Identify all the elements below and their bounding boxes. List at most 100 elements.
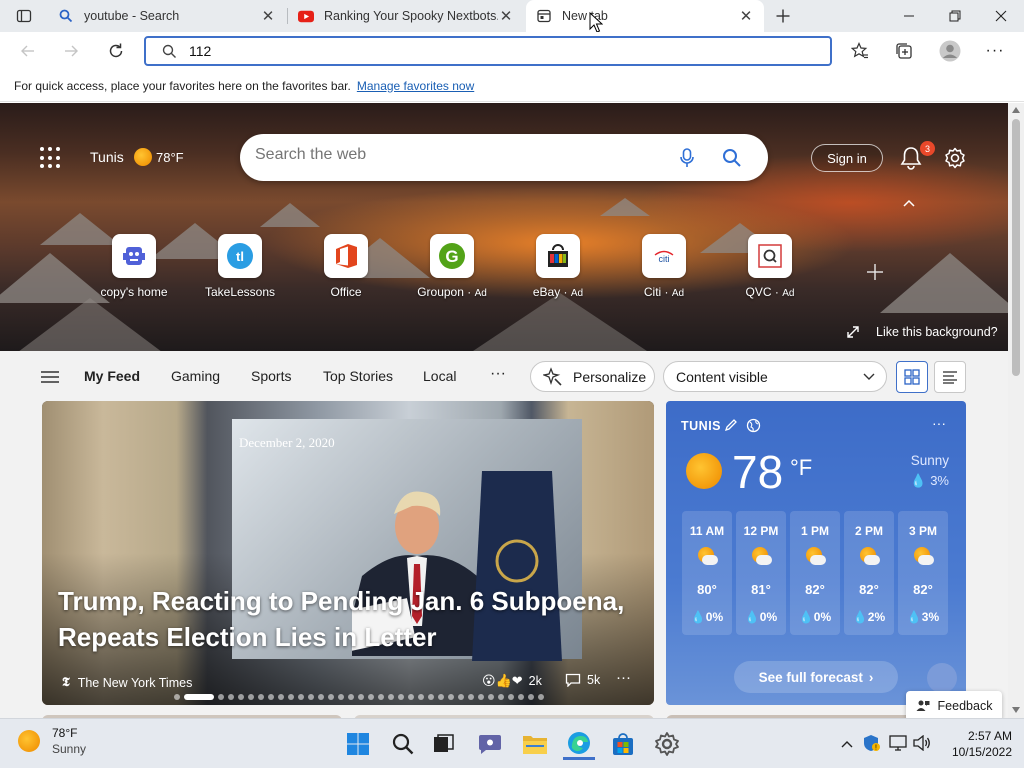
- svg-text:tl: tl: [236, 249, 244, 264]
- close-tab-icon[interactable]: ✕: [260, 8, 276, 25]
- close-tab-icon[interactable]: ✕: [738, 8, 754, 25]
- chevron-up-icon[interactable]: [902, 198, 916, 208]
- quicklink-copys-home[interactable]: copy's home: [84, 234, 184, 299]
- personalize-label: Personalize: [573, 368, 647, 385]
- personalize-button[interactable]: Personalize: [530, 361, 655, 392]
- tab-youtube-search[interactable]: youtube - Search ✕: [48, 0, 286, 32]
- quicklink-groupon[interactable]: G Groupon · Ad: [402, 234, 502, 299]
- hamburger-menu-icon[interactable]: [40, 370, 60, 384]
- file-explorer-button[interactable]: [519, 728, 551, 760]
- back-button[interactable]: [12, 35, 44, 67]
- quicklink-ebay[interactable]: eBay · Ad: [508, 234, 608, 299]
- close-tab-icon[interactable]: ✕: [498, 8, 514, 25]
- news-headline[interactable]: Trump, Reacting to Pending Jan. 6 Subpoe…: [58, 583, 648, 655]
- microphone-icon[interactable]: [679, 148, 695, 168]
- headline-news-card[interactable]: December 2, 2020 Trump, Reacting to Pend…: [42, 401, 654, 705]
- taskbar-search-button[interactable]: [387, 728, 419, 760]
- minimize-button[interactable]: [886, 0, 932, 32]
- address-bar[interactable]: [144, 36, 832, 66]
- tab-local[interactable]: Local: [423, 368, 456, 384]
- scroll-up-icon[interactable]: [1012, 107, 1020, 113]
- hour-temp: 82°: [805, 582, 825, 597]
- quicklink-label: Citi: [643, 285, 662, 299]
- tab-top-stories[interactable]: Top Stories: [323, 368, 393, 384]
- tab-spooky-nextbots[interactable]: Ranking Your Spooky Nextbots... ✕: [288, 0, 524, 32]
- weather-condition: Sunny: [910, 453, 949, 468]
- settings-more-button[interactable]: ···: [979, 35, 1011, 67]
- new-tab-button[interactable]: [767, 0, 799, 32]
- search-icon[interactable]: [722, 148, 742, 168]
- quicklink-office[interactable]: Office: [296, 234, 396, 299]
- web-search-box[interactable]: [240, 134, 768, 181]
- gear-icon[interactable]: [944, 147, 966, 169]
- news-comments[interactable]: 5k: [565, 673, 600, 687]
- task-view-button[interactable]: [428, 728, 460, 760]
- hero-temperature[interactable]: 78°F: [156, 150, 184, 165]
- manage-favorites-link[interactable]: Manage favorites now: [357, 79, 474, 93]
- microsoft-store-button[interactable]: [607, 728, 639, 760]
- quicklink-qvc[interactable]: QVC · Ad: [720, 234, 820, 299]
- weather-more-options-icon[interactable]: ···: [932, 415, 946, 431]
- page-scrollbar[interactable]: [1008, 103, 1024, 718]
- weather-city: TUNIS: [681, 419, 721, 433]
- scroll-down-icon[interactable]: [1012, 707, 1020, 713]
- add-quicklink-icon[interactable]: [866, 263, 884, 281]
- new-tab-page: Tunis 78°F Sign in 3 copy's home tl Take…: [0, 103, 1008, 718]
- hourly-forecast-3pm[interactable]: 3 PM 82° 💧3%: [898, 511, 948, 635]
- taskbar-clock[interactable]: 2:57 AM 10/15/2022: [940, 728, 1012, 760]
- chevron-up-icon[interactable]: [840, 739, 854, 749]
- like-background-button[interactable]: Like this background?: [846, 325, 998, 339]
- weather-card[interactable]: TUNIS ··· 78 °F Sunny 💧 3% 11 AM 80° 💧0%…: [666, 401, 966, 705]
- edit-pencil-icon[interactable]: [724, 418, 738, 432]
- sign-in-button[interactable]: Sign in: [811, 144, 883, 172]
- tab-gaming[interactable]: Gaming: [171, 368, 220, 384]
- more-tabs-icon[interactable]: ···: [490, 365, 506, 383]
- carousel-dots[interactable]: [174, 694, 544, 700]
- store-bag-icon: [613, 733, 633, 755]
- hour-temp: 82°: [913, 582, 933, 597]
- edge-button[interactable]: [563, 728, 595, 760]
- forward-button[interactable]: [55, 35, 87, 67]
- see-full-forecast-button[interactable]: See full forecast ›: [734, 661, 898, 693]
- settings-button[interactable]: [651, 728, 683, 760]
- tab-my-feed[interactable]: My Feed: [84, 368, 140, 384]
- hourly-forecast-11am[interactable]: 11 AM 80° 💧0%: [682, 511, 732, 635]
- teams-chat-button[interactable]: [474, 728, 506, 760]
- feedback-button[interactable]: Feedback: [906, 691, 1002, 718]
- tab-actions-button[interactable]: [8, 0, 40, 32]
- shield-warning-icon[interactable]: !: [862, 734, 880, 752]
- quicklink-takelessons[interactable]: tl TakeLessons: [190, 234, 290, 299]
- news-reactions[interactable]: 😮👍❤ 2k: [482, 673, 542, 689]
- tab-sports[interactable]: Sports: [251, 368, 291, 384]
- ad-label: Ad: [570, 288, 584, 299]
- refresh-button[interactable]: [100, 35, 132, 67]
- volume-icon[interactable]: [913, 735, 931, 751]
- notifications-bell-icon[interactable]: [900, 146, 922, 170]
- grid-view-button[interactable]: [896, 361, 928, 393]
- hourly-forecast-1pm[interactable]: 1 PM 82° 💧0%: [790, 511, 840, 635]
- list-view-button[interactable]: [934, 361, 966, 393]
- hourly-forecast-2pm[interactable]: 2 PM 82° 💧2%: [844, 511, 894, 635]
- network-icon[interactable]: [889, 735, 907, 751]
- news-source[interactable]: 𝕿 The New York Times: [62, 675, 192, 690]
- start-button[interactable]: [342, 728, 374, 760]
- content-visibility-dropdown[interactable]: Content visible: [663, 361, 887, 392]
- news-more-options-icon[interactable]: ···: [616, 669, 631, 686]
- scrollbar-thumb[interactable]: [1012, 119, 1020, 376]
- tab-new-tab[interactable]: New tab ✕: [526, 0, 764, 32]
- restore-button[interactable]: [932, 0, 978, 32]
- apps-launcher-button[interactable]: [40, 147, 62, 169]
- web-search-input[interactable]: [255, 146, 655, 164]
- close-window-button[interactable]: [978, 0, 1024, 32]
- quicklink-citi[interactable]: citi Citi · Ad: [614, 234, 714, 299]
- weather-unit[interactable]: °F: [790, 455, 812, 481]
- collections-button[interactable]: [888, 35, 920, 67]
- profile-button[interactable]: [934, 35, 966, 67]
- minimize-icon: [904, 15, 914, 17]
- taskbar-weather-widget[interactable]: 78°F Sunny: [18, 726, 86, 756]
- hourly-forecast-12pm[interactable]: 12 PM 81° 💧0%: [736, 511, 786, 635]
- favorites-button[interactable]: [844, 35, 876, 67]
- globe-icon[interactable]: [746, 418, 761, 433]
- hero-city[interactable]: Tunis: [90, 149, 124, 165]
- address-input[interactable]: [189, 43, 789, 59]
